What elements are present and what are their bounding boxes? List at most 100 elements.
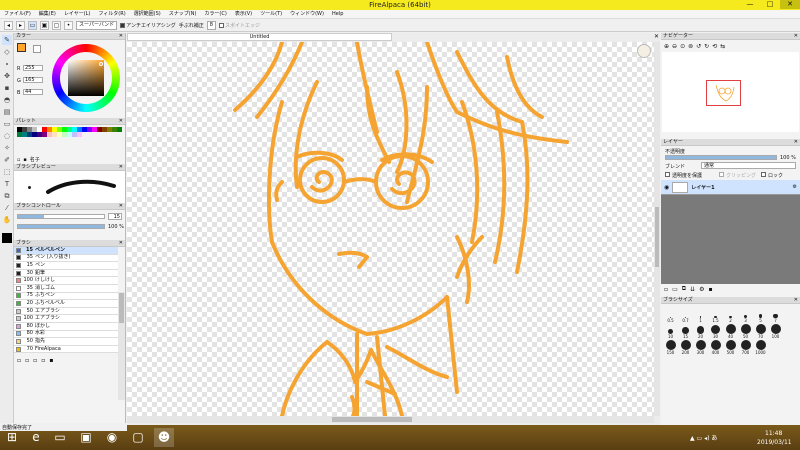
dot-tool-icon[interactable]: ⬩ (2, 59, 12, 69)
select-eraser-tool-icon[interactable]: ⬚ (2, 167, 12, 177)
close-icon[interactable]: ✕ (119, 203, 123, 210)
antialias-checkbox[interactable]: アンチエイリアシング (120, 22, 176, 29)
brush-settings-icon[interactable]: ▫ (33, 357, 37, 364)
brush-list-item[interactable]: 70 FireAlpaca (14, 346, 118, 354)
brush-size-option[interactable]: 1 (693, 307, 708, 323)
brush-size-option[interactable]: 700 (738, 339, 753, 355)
drawing-canvas[interactable] (127, 42, 654, 416)
select-tool-icon[interactable]: ▭ (2, 119, 12, 129)
close-icon[interactable]: ✕ (794, 139, 798, 146)
document-tab[interactable]: Untitled (127, 33, 392, 41)
delete-brush-icon[interactable]: ▪ (49, 357, 53, 364)
delete-palette-icon[interactable]: ▪ (23, 157, 26, 163)
eraser-tool-icon[interactable]: ◇ (2, 47, 12, 57)
new-palette-icon[interactable]: ▫ (17, 157, 20, 163)
lasso-tool-icon[interactable]: ◌ (2, 131, 12, 141)
b-value-field[interactable]: 44 (23, 89, 43, 95)
firealpaca-taskbar-icon[interactable]: ☻ (154, 428, 174, 447)
select-rect-icon[interactable]: ▭ (28, 20, 37, 30)
brush-size-option[interactable]: 10 (663, 323, 678, 339)
menu-item[interactable]: ファイル(F) (0, 10, 35, 19)
brush-size-option[interactable]: 15 (678, 323, 693, 339)
eye-icon[interactable]: ◉ (664, 184, 669, 191)
maximize-button[interactable]: □ (760, 0, 780, 9)
rotate-right-icon[interactable]: ↻ (704, 43, 709, 50)
select-mode2-icon[interactable]: ▢ (52, 20, 61, 30)
g-value-field[interactable]: 165 (23, 77, 43, 83)
reset-rotation-icon[interactable]: ⟲ (712, 43, 717, 50)
divide-tool-icon[interactable]: ⧉ (2, 191, 12, 201)
close-icon[interactable]: ✕ (119, 33, 123, 40)
duplicate-layer-icon[interactable]: ⧉ (682, 285, 686, 293)
fg-color-icon[interactable] (2, 233, 12, 243)
layer-row[interactable]: ◉ レイヤー1 ⚙ (661, 180, 800, 195)
delete-layer-icon[interactable]: ▪ (708, 286, 712, 293)
move-tool-icon[interactable]: ✥ (2, 71, 12, 81)
menu-item[interactable]: 表示(V) (231, 10, 256, 19)
menu-item[interactable]: レイヤー(L) (60, 10, 95, 19)
close-icon[interactable]: ✕ (119, 164, 123, 171)
edge-checkbox[interactable]: スポイトエッジ (218, 22, 260, 29)
canvas-vertical-scrollbar[interactable] (654, 42, 660, 416)
brush-size-option[interactable]: 300 (693, 339, 708, 355)
brush-size-option[interactable]: 400 (708, 339, 723, 355)
brush-tool-icon[interactable]: ✎ (2, 35, 12, 45)
layer-opacity-slider[interactable] (665, 155, 777, 160)
menu-item[interactable]: カラー(C) (200, 10, 230, 19)
clipping-checkbox[interactable] (719, 172, 724, 177)
menu-item[interactable]: フィルタ(R) (94, 10, 129, 19)
document-close-icon[interactable]: ✕ (654, 33, 659, 40)
brush-size-option[interactable]: 7 (768, 307, 783, 323)
r-value-field[interactable]: 255 (23, 65, 43, 71)
horizontal-scroll-thumb[interactable] (332, 417, 412, 422)
zoom-out-icon[interactable]: ⊖ (672, 43, 677, 50)
zoom-actual-icon[interactable]: ⊚ (688, 43, 693, 50)
close-icon[interactable]: ✕ (119, 240, 123, 247)
close-icon[interactable]: ✕ (119, 118, 123, 125)
brush-size-option[interactable]: 50 (738, 323, 753, 339)
menu-item[interactable]: Help (328, 10, 347, 19)
undo-icon[interactable]: ◂ (4, 20, 13, 30)
rotate-left-icon[interactable]: ↺ (696, 43, 701, 50)
gradient-tool-icon[interactable]: ▤ (2, 107, 12, 117)
duplicate-brush-icon[interactable]: ▫ (25, 357, 29, 364)
palette-swatch[interactable] (117, 127, 122, 132)
minimize-button[interactable]: — (740, 0, 760, 9)
bucket-tool-icon[interactable]: ◓ (2, 95, 12, 105)
vertical-scroll-thumb[interactable] (655, 207, 659, 267)
size-slider[interactable] (17, 214, 105, 219)
select-mode-icon[interactable]: ▣ (40, 20, 49, 30)
brush-size-option[interactable]: 100 (768, 323, 783, 339)
new-brush-icon[interactable]: ▫ (17, 357, 21, 364)
protect-alpha-checkbox[interactable] (665, 172, 670, 177)
brush-size-option[interactable]: 20 (693, 323, 708, 339)
stabilizer-select[interactable]: 8 (206, 20, 216, 30)
bg-color-swatch[interactable] (33, 45, 41, 53)
brush-size-option[interactable]: 0.5 (663, 307, 678, 323)
brush-size-option[interactable]: 1000 (753, 339, 768, 355)
size-value[interactable]: 15 (108, 213, 122, 220)
menu-item[interactable]: 選択範囲(S) (130, 10, 165, 19)
new-layer-icon[interactable]: ▫ (664, 286, 668, 293)
brush-size-option[interactable]: 0.7 (678, 307, 693, 323)
brush-dot-icon[interactable]: • (64, 20, 73, 30)
fill-tool-icon[interactable]: ▪ (2, 83, 12, 93)
flip-icon[interactable]: ⇆ (720, 43, 725, 50)
import-brush-icon[interactable]: ▫ (41, 357, 45, 364)
close-icon[interactable]: ✕ (794, 297, 798, 304)
close-button[interactable]: ✕ (780, 0, 800, 9)
brush-mode-select[interactable]: スーパーバンド (76, 20, 118, 30)
brush-size-option[interactable]: 40 (723, 323, 738, 339)
brush-size-option[interactable]: 200 (678, 339, 693, 355)
opacity-slider[interactable] (17, 224, 105, 229)
brush-size-option[interactable]: 5 (753, 307, 768, 323)
menu-item[interactable]: ウィンドウ(W) (286, 10, 328, 19)
blend-mode-select[interactable]: 通常 (701, 162, 796, 169)
brush-size-option[interactable]: 500 (723, 339, 738, 355)
select-pen-tool-icon[interactable]: ✐ (2, 155, 12, 165)
magic-wand-tool-icon[interactable]: ✧ (2, 143, 12, 153)
current-color-swatch[interactable] (17, 43, 26, 52)
close-icon[interactable]: ✕ (794, 33, 798, 40)
text-tool-icon[interactable]: T (2, 179, 12, 189)
brush-size-option[interactable]: 2 (723, 307, 738, 323)
